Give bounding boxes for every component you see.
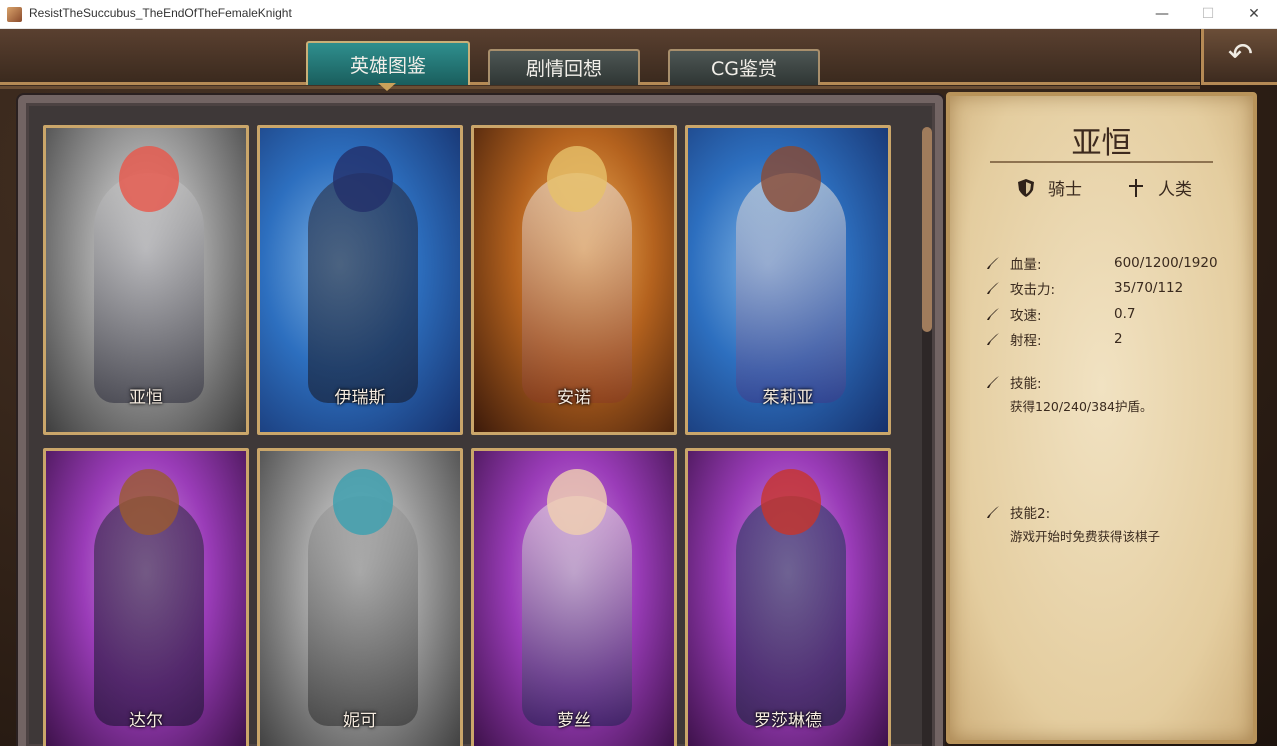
tab-cg-gallery[interactable]: CG鉴赏 — [668, 49, 820, 85]
hero-card[interactable]: 安诺 — [471, 125, 677, 435]
hero-card-panel: 亚恒 伊瑞斯 安诺 茱莉亚 达尔 妮可 萝丝 罗莎琳德 — [18, 95, 943, 746]
hero-hair — [333, 146, 393, 212]
stat-value: 2 — [1114, 331, 1123, 347]
hero-card-name: 达尔 — [129, 711, 163, 731]
hero-card-name: 妮可 — [343, 711, 377, 731]
hero-race: 人类 — [1126, 175, 1192, 200]
hero-title: 亚恒 — [1071, 126, 1132, 161]
stat-row: 攻速: 0.7 — [986, 304, 1135, 324]
hero-card[interactable]: 伊瑞斯 — [257, 125, 463, 435]
hero-info-panel: 亚恒 骑士 人类 血量: 600/1200/1920 攻击力: 35/70/11… — [946, 92, 1257, 744]
stat-row: 射程: 2 — [986, 329, 1123, 349]
hero-hair — [119, 146, 179, 212]
skill2-heading: 技能2: — [986, 502, 1050, 522]
stat-value: 35/70/112 — [1114, 280, 1184, 296]
hero-hair — [119, 469, 179, 535]
scrollbar-thumb[interactable] — [922, 127, 932, 332]
skill2-description: 游戏开始时免费获得该棋子 — [1010, 529, 1161, 544]
hero-card[interactable]: 茱莉亚 — [685, 125, 891, 435]
hero-card-name: 伊瑞斯 — [334, 388, 386, 408]
hero-card[interactable]: 妮可 — [257, 448, 463, 746]
skill-description: 获得120/240/384护盾。 — [1010, 399, 1153, 414]
active-tab-pointer — [378, 83, 396, 91]
hero-card[interactable]: 亚恒 — [43, 125, 249, 435]
game-viewport: ↶ 英雄图鉴 剧情回想 CG鉴赏 亚恒 伊瑞斯 安诺 茱莉亚 达尔 妮可 萝丝 … — [0, 29, 1277, 746]
quill-icon — [986, 256, 1002, 270]
hero-hair — [761, 469, 821, 535]
quill-icon — [986, 505, 1002, 519]
tab-hero-codex[interactable]: 英雄图鉴 — [306, 41, 470, 85]
minimize-button[interactable]: — — [1139, 0, 1185, 29]
hero-card[interactable]: 罗莎琳德 — [685, 448, 891, 746]
hero-hair — [761, 146, 821, 212]
stat-value: 600/1200/1920 — [1114, 255, 1218, 271]
close-button[interactable]: ✕ — [1231, 0, 1277, 29]
stat-row: 血量: 600/1200/1920 — [986, 253, 1218, 273]
hero-card-name: 罗莎琳德 — [754, 711, 822, 731]
hero-class: 骑士 — [1016, 175, 1082, 200]
hero-class-label: 骑士 — [1048, 180, 1082, 200]
hero-card-name: 亚恒 — [129, 388, 163, 408]
shield-icon — [1016, 178, 1036, 198]
cross-icon — [1126, 178, 1146, 198]
hero-card-name: 茱莉亚 — [762, 388, 814, 408]
title-divider — [990, 161, 1213, 163]
hero-hair — [547, 469, 607, 535]
skill-heading: 技能: — [986, 372, 1042, 392]
quill-icon — [986, 332, 1002, 346]
stat-label: 攻速: — [1010, 308, 1042, 324]
window-title: ResistTheSuccubus_TheEndOfTheFemaleKnigh… — [29, 6, 292, 20]
quill-icon — [986, 307, 1002, 321]
skill-label: 技能: — [1010, 376, 1042, 392]
window-titlebar: ResistTheSuccubus_TheEndOfTheFemaleKnigh… — [0, 0, 1277, 29]
maximize-button[interactable]: ☐ — [1185, 0, 1231, 29]
hero-race-label: 人类 — [1158, 180, 1192, 200]
hero-card[interactable]: 萝丝 — [471, 448, 677, 746]
hero-card-name: 萝丝 — [557, 711, 591, 731]
skill2-label: 技能2: — [1010, 506, 1051, 522]
hero-card[interactable]: 达尔 — [43, 448, 249, 746]
quill-icon — [986, 375, 1002, 389]
hero-hair — [547, 146, 607, 212]
hero-hair — [333, 469, 393, 535]
back-arrow-icon: ↶ — [1227, 37, 1254, 72]
tab-story-recall[interactable]: 剧情回想 — [488, 49, 640, 85]
back-button[interactable]: ↶ — [1201, 29, 1277, 85]
stat-label: 血量: — [1010, 257, 1042, 273]
stat-value: 0.7 — [1114, 306, 1136, 322]
hero-card-name: 安诺 — [557, 388, 591, 408]
app-icon — [7, 7, 22, 22]
stat-label: 射程: — [1010, 333, 1042, 349]
quill-icon — [986, 281, 1002, 295]
stat-row: 攻击力: 35/70/112 — [986, 278, 1183, 298]
card-scrollbar[interactable] — [922, 127, 932, 746]
stat-label: 攻击力: — [1010, 282, 1056, 298]
